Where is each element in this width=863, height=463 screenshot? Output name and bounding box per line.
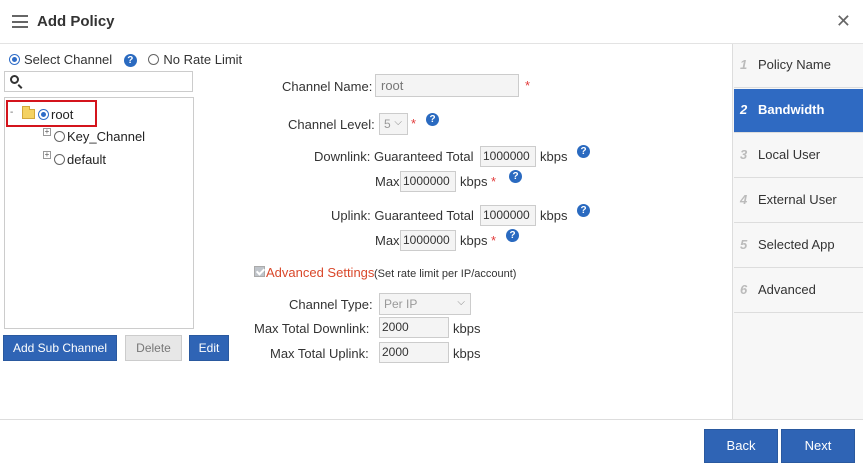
- channel-level-label: Channel Level:: [288, 117, 375, 132]
- uplink-guaranteed-input[interactable]: 1000000: [480, 205, 536, 226]
- step-advanced[interactable]: 6 Advanced: [734, 269, 863, 313]
- step-label: Bandwidth: [758, 102, 825, 117]
- advanced-settings-checkbox[interactable]: [254, 266, 265, 277]
- channel-tree: - root + Key_Channel + default: [4, 97, 194, 329]
- channel-search-box: [4, 71, 193, 92]
- next-button[interactable]: Next: [781, 429, 855, 463]
- search-icon: [10, 75, 19, 84]
- wizard-steps: 1 Policy Name 2 Bandwidth 3 Local User 4 Ext…: [732, 44, 863, 419]
- kbps-unit: kbps: [460, 174, 488, 189]
- folder-icon: [22, 106, 35, 119]
- kbps-unit: kbps: [453, 321, 481, 336]
- channel-type-select[interactable]: Per IP ⌵: [379, 293, 471, 315]
- tree-radio-root[interactable]: [38, 109, 49, 120]
- select-channel-radio[interactable]: [9, 54, 20, 65]
- no-rate-limit-label: No Rate Limit: [163, 52, 243, 67]
- uplink-max-input[interactable]: 1000000: [400, 230, 456, 251]
- step-local-user[interactable]: 3 Local User: [734, 134, 863, 178]
- dialog-header: Add Policy ✕: [0, 0, 863, 44]
- channel-level-value: 5: [384, 117, 391, 131]
- collapse-toggle[interactable]: -: [10, 107, 13, 118]
- help-icon[interactable]: ?: [509, 170, 522, 183]
- step-label: Policy Name: [758, 57, 831, 72]
- step-label: Local User: [758, 147, 821, 162]
- help-icon[interactable]: ?: [506, 229, 519, 242]
- edit-button[interactable]: Edit: [189, 335, 229, 361]
- max-total-downlink-input[interactable]: 2000: [379, 317, 449, 338]
- channel-mode-group: Select Channel ? No Rate Limit: [9, 52, 242, 67]
- step-number-1-icon: 1: [740, 57, 748, 72]
- step-label: External User: [758, 192, 837, 207]
- required-star: *: [491, 233, 497, 248]
- help-icon[interactable]: ?: [426, 113, 439, 126]
- uplink-max-label: Max: [375, 233, 400, 248]
- channel-search-input[interactable]: [25, 74, 190, 89]
- required-star: *: [491, 174, 497, 189]
- help-icon[interactable]: ?: [123, 54, 137, 67]
- tree-node-key-channel[interactable]: Key_Channel: [67, 129, 145, 144]
- kbps-unit: kbps: [460, 233, 488, 248]
- step-number-4-icon: 4: [740, 192, 748, 207]
- hamburger-menu-icon[interactable]: [12, 15, 28, 28]
- channel-type-value: Per IP: [384, 297, 418, 311]
- dialog-footer: Back Next: [0, 419, 863, 463]
- downlink-guaranteed-input[interactable]: 1000000: [480, 146, 536, 167]
- required-star: *: [525, 78, 531, 93]
- step-label: Selected App: [758, 237, 835, 252]
- uplink-guaranteed-label: Uplink: Guaranteed Total: [331, 208, 474, 223]
- max-total-uplink-label: Max Total Uplink:: [270, 346, 369, 361]
- tree-radio-key-channel[interactable]: [54, 131, 65, 142]
- step-number-6-icon: 6: [740, 282, 748, 297]
- help-icon[interactable]: ?: [577, 145, 590, 158]
- max-total-downlink-label: Max Total Downlink:: [254, 321, 370, 336]
- expand-plus-icon[interactable]: +: [43, 128, 51, 136]
- help-icon[interactable]: ?: [577, 204, 590, 217]
- close-icon[interactable]: ✕: [836, 11, 851, 32]
- step-label: Advanced: [758, 282, 816, 297]
- chevron-down-icon: ⌵: [394, 117, 402, 128]
- step-number-5-icon: 5: [740, 237, 748, 252]
- dialog-title: Add Policy: [37, 13, 115, 30]
- step-policy-name[interactable]: 1 Policy Name: [734, 44, 863, 88]
- tree-radio-default[interactable]: [54, 154, 65, 165]
- downlink-guaranteed-label: Downlink: Guaranteed Total: [314, 149, 474, 164]
- advanced-settings-label[interactable]: Advanced Settings: [266, 265, 374, 280]
- back-button[interactable]: Back: [704, 429, 778, 463]
- kbps-unit: kbps: [540, 149, 568, 164]
- required-star: *: [411, 116, 417, 131]
- step-selected-app[interactable]: 5 Selected App: [734, 224, 863, 268]
- chevron-down-icon: ⌵: [457, 297, 465, 308]
- step-number-3-icon: 3: [740, 147, 748, 162]
- channel-level-select[interactable]: 5 ⌵: [379, 113, 408, 135]
- kbps-unit: kbps: [453, 346, 481, 361]
- tree-node-root[interactable]: root: [51, 107, 73, 122]
- channel-type-label: Channel Type:: [289, 297, 373, 312]
- step-external-user[interactable]: 4 External User: [734, 179, 863, 223]
- select-channel-label: Select Channel: [24, 52, 113, 67]
- downlink-max-input[interactable]: 1000000: [400, 171, 456, 192]
- kbps-unit: kbps: [540, 208, 568, 223]
- expand-plus-icon[interactable]: +: [43, 151, 51, 159]
- tree-node-default[interactable]: default: [67, 152, 106, 167]
- add-sub-channel-button[interactable]: Add Sub Channel: [3, 335, 117, 361]
- max-total-uplink-input[interactable]: 2000: [379, 342, 449, 363]
- advanced-settings-hint: (Set rate limit per IP/account): [374, 268, 517, 280]
- channel-name-input[interactable]: root: [375, 74, 519, 97]
- delete-button[interactable]: Delete: [125, 335, 182, 361]
- step-number-2-icon: 2: [740, 102, 748, 117]
- step-bandwidth[interactable]: 2 Bandwidth: [734, 89, 863, 133]
- no-rate-limit-radio[interactable]: [148, 54, 160, 65]
- channel-name-label: Channel Name:: [282, 79, 373, 94]
- downlink-max-label: Max: [375, 174, 400, 189]
